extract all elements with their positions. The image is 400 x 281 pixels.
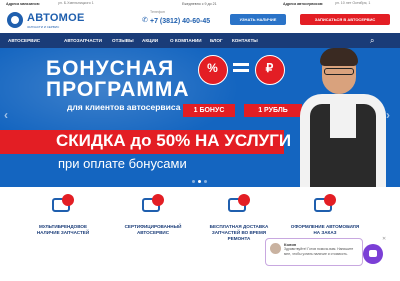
promo-text: СКИДКА до 50% НА УСЛУГИ [56,131,292,150]
logo[interactable]: АВТОМОЕ ЗАПЧАСТИ И СЕРВИС [7,10,85,32]
search-icon[interactable]: ⌕ [370,36,380,46]
service-label: Адреса автосервисов: [283,2,324,6]
ruble-coin-icon: ₽ [255,55,285,85]
logo-mark-icon [7,12,23,28]
slider-dots [192,180,212,184]
slider-next-icon[interactable]: › [386,108,396,122]
nav-item-reviews[interactable]: ОТЗЫВЫ [112,33,134,48]
feature-parts-availability[interactable]: МУЛЬТИБРЕНДОВОЕ НАЛИЧИЕ ЗАПЧАСТЕЙ [28,194,98,279]
features-row: МУЛЬТИБРЕНДОВОЕ НАЛИЧИЕ ЗАПЧАСТЕЙ СЕРТИФ… [0,190,400,281]
chat-popup[interactable]: Колин Здравствуйте! Готов помочь вам. На… [265,238,363,266]
feature-free-delivery[interactable]: БЕСПЛАТНАЯ ДОСТАВКА ЗАПЧАСТЕЙ ВО ВРЕМЯ Р… [204,194,274,279]
working-hours: Ежедневно с 9 до 21 [182,2,217,6]
book-service-button[interactable]: ЗАПИСАТЬСЯ В АВТОСЕРВИС [300,14,390,25]
top-info-bar: Адреса магазинов: ул. Б.Хмельницкого 1 Е… [0,0,400,8]
header: АВТОМОЕ ЗАПЧАСТИ И СЕРВИС ✆ Телефон +7 (… [0,8,400,33]
slider-dot[interactable] [204,180,207,183]
phone-block: ✆ Телефон +7 (3812) 40-60-45 [142,10,222,30]
bonus-coin-icon: % [198,55,228,85]
stores-label: Адреса магазинов: [6,2,40,6]
car-order-icon [312,194,338,218]
phone-number[interactable]: +7 (3812) 40-60-45 [150,18,210,25]
certificate-icon [140,194,166,218]
nav-item-contacts[interactable]: КОНТАКТЫ [232,33,258,48]
service-select[interactable]: ул. 10 лет Октября, 1 [335,1,397,5]
hero-person-image [300,48,386,187]
stores-select[interactable]: ул. Б.Хмельницкого 1 [58,1,138,6]
hero-title-line2: ПРОГРАММА [46,78,190,101]
slider-dot-active[interactable] [198,180,201,183]
nav-item-about[interactable]: О КОМПАНИИ [170,33,202,48]
hero-subtitle: для клиентов автосервиса [67,102,181,112]
logo-name: АВТОМОЕ [27,12,85,24]
promo-ribbon: СКИДКА до 50% НА УСЛУГИ [0,130,291,154]
chat-message: Здравствуйте! Готов помочь вам. Напишите… [284,247,354,256]
nav-item-autoparts[interactable]: АВТОЗАПЧАСТИ [64,33,102,48]
nav-item-blog[interactable]: БЛОГ [210,33,223,48]
page: Адреса магазинов: ул. Б.Хмельницкого 1 Е… [0,0,400,281]
feature-car-order[interactable]: ОФОРМЛЕНИЕ АВТОМОБИЛЯ НА ЗАКАЗ [290,194,360,279]
nav-item-autoservice[interactable]: АВТОСЕРВИС [8,33,40,48]
promo-subtext: при оплате бонусами [58,156,187,171]
phone-label: Телефон [150,10,165,14]
ruble-label: 1 РУБЛЬ [244,104,302,117]
feature-certified-service[interactable]: СЕРТИФИЦИРОВАННЫЙ АВТОСЕРВИС [118,194,188,279]
phone-icon: ✆ [142,17,148,24]
hero-banner[interactable]: БОНУСНАЯ ПРОГРАММА для клиентов автосерв… [0,48,400,187]
chat-launcher-icon[interactable] [363,244,383,264]
main-nav: АВТОСЕРВИС АВТОЗАПЧАСТИ ОТЗЫВЫ АКЦИИ О К… [0,33,400,48]
slider-prev-icon[interactable]: ‹ [4,108,14,122]
logo-tagline: ЗАПЧАСТИ И СЕРВИС [27,25,60,29]
delivery-truck-icon [226,194,252,218]
operator-avatar [270,243,281,254]
check-parts-button[interactable]: УЗНАТЬ НАЛИЧИЕ ЗАПЧАСТЕЙ [230,14,286,33]
equals-icon [233,60,249,76]
bonus-label: 1 БОНУС [183,104,235,117]
warehouse-icon [50,194,76,218]
chat-close-icon[interactable]: ✕ [382,236,386,242]
nav-item-promotions[interactable]: АКЦИИ [142,33,158,48]
slider-dot[interactable] [192,180,195,183]
